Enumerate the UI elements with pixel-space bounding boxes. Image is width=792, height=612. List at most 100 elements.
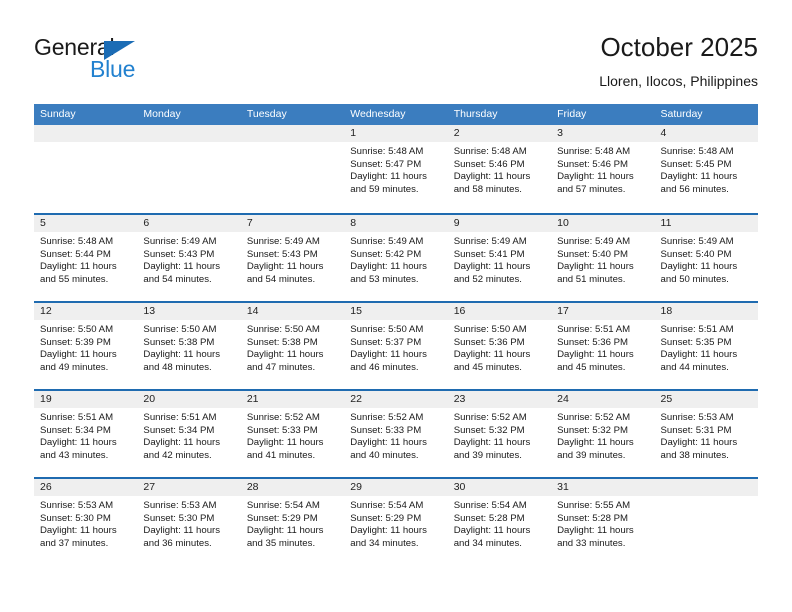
calendar-day-cell[interactable]: 29 Sunrise: 5:54 AM Sunset: 5:29 PM Dayligh… <box>344 479 448 565</box>
calendar-day-cell[interactable]: 30 Sunrise: 5:54 AM Sunset: 5:28 PM Dayligh… <box>447 479 552 565</box>
day-daylight-line: Daylight: 11 hours <box>350 525 427 537</box>
day-sunset-line: Sunset: 5:36 PM <box>557 336 629 348</box>
day-sunset-line: Sunset: 5:30 PM <box>143 512 215 524</box>
calendar-day-cell[interactable]: 14 Sunrise: 5:50 AM Sunset: 5:38 PM Dayligh… <box>240 303 345 389</box>
day-daylight-line: Daylight: 11 hours <box>453 261 531 273</box>
day-sun-info: Sunrise: 5:54 AM Sunset: 5:29 PM Daylight:… <box>344 496 447 550</box>
day-sunset-line: Sunset: 5:45 PM <box>660 158 732 170</box>
day-sun-info: Sunrise: 5:49 AM Sunset: 5:43 PM Daylight:… <box>241 232 344 286</box>
day-number <box>654 479 758 496</box>
calendar-day-cell[interactable]: 19 Sunrise: 5:51 AM Sunset: 5:34 PM Dayligh… <box>34 391 138 477</box>
day-daylight-line: Daylight: 11 hours <box>143 525 221 537</box>
day-sun-info: Sunrise: 5:48 AM Sunset: 5:46 PM Daylight:… <box>448 142 551 196</box>
calendar-day-cell[interactable]: 12 Sunrise: 5:50 AM Sunset: 5:39 PM Dayligh… <box>34 303 138 389</box>
day-sun-info: Sunrise: 5:51 AM Sunset: 5:35 PM Daylight:… <box>655 320 758 374</box>
calendar-day-cell[interactable]: 18 Sunrise: 5:51 AM Sunset: 5:35 PM Dayligh… <box>654 303 758 389</box>
day-sunset-line: Sunset: 5:36 PM <box>453 336 525 348</box>
calendar-day-cell[interactable]: 21 Sunrise: 5:52 AM Sunset: 5:33 PM Dayligh… <box>240 391 345 477</box>
calendar-day-cell[interactable]: 8 Sunrise: 5:49 AM Sunset: 5:42 PM Daylight… <box>344 215 448 301</box>
day-sun-info: Sunrise: 5:52 AM Sunset: 5:33 PM Daylight:… <box>344 408 447 462</box>
day-sun-info: Sunrise: 5:49 AM Sunset: 5:40 PM Daylight:… <box>655 232 758 286</box>
day-number: 15 <box>344 303 448 320</box>
calendar-day-cell[interactable]: 17 Sunrise: 5:51 AM Sunset: 5:36 PM Dayligh… <box>551 303 655 389</box>
day-number: 26 <box>34 479 138 496</box>
day-sunrise-line: Sunrise: 5:49 AM <box>350 236 424 247</box>
day-sunset-line: Sunset: 5:34 PM <box>143 424 215 436</box>
day-sunrise-line: Sunrise: 5:49 AM <box>453 236 527 247</box>
weekday-header-thursday: Thursday <box>453 108 498 120</box>
calendar-day-cell[interactable]: 22 Sunrise: 5:52 AM Sunset: 5:33 PM Dayligh… <box>344 391 448 477</box>
day-sunset-line: Sunset: 5:28 PM <box>453 512 525 524</box>
day-sunset-line: Sunset: 5:44 PM <box>40 248 111 260</box>
calendar-day-cell[interactable]: 28 Sunrise: 5:54 AM Sunset: 5:29 PM Dayligh… <box>240 479 345 565</box>
day-sunset-line: Sunset: 5:32 PM <box>557 424 629 436</box>
day-daylight-line: Daylight: 11 hours <box>350 437 427 449</box>
calendar-day-cell[interactable]: 1 Sunrise: 5:48 AM Sunset: 5:47 PM Daylight… <box>344 125 448 213</box>
calendar-day-cell[interactable]: 5 Sunrise: 5:48 AM Sunset: 5:44 PM Daylight… <box>34 215 138 301</box>
day-daylight-line: Daylight: 11 hours <box>660 171 738 183</box>
calendar-day-cell[interactable]: 27 Sunrise: 5:53 AM Sunset: 5:30 PM Dayligh… <box>137 479 241 565</box>
calendar-day-cell[interactable]: 31 Sunrise: 5:55 AM Sunset: 5:28 PM Dayligh… <box>551 479 655 565</box>
day-number: 30 <box>447 479 552 496</box>
day-sunrise-line: Sunrise: 5:48 AM <box>660 146 734 157</box>
day-daylight-line: Daylight: 11 hours <box>660 437 738 449</box>
calendar-day-cell[interactable]: 9 Sunrise: 5:49 AM Sunset: 5:41 PM Daylight… <box>447 215 552 301</box>
calendar-day-cell[interactable]: 11 Sunrise: 5:49 AM Sunset: 5:40 PM Dayligh… <box>654 215 758 301</box>
day-sun-info: Sunrise: 5:50 AM Sunset: 5:37 PM Daylight:… <box>344 320 447 374</box>
calendar-day-cell[interactable]: 15 Sunrise: 5:50 AM Sunset: 5:37 PM Dayligh… <box>344 303 448 389</box>
day-sunrise-line: Sunrise: 5:48 AM <box>40 236 114 247</box>
calendar-day-cell-empty <box>654 479 758 565</box>
calendar-day-cell[interactable]: 20 Sunrise: 5:51 AM Sunset: 5:34 PM Dayligh… <box>137 391 241 477</box>
day-daylight-line: Daylight: 11 hours <box>557 171 634 183</box>
day-number: 9 <box>447 215 552 232</box>
day-daylight-line: and 42 minutes. <box>143 449 212 461</box>
day-daylight-line: Daylight: 11 hours <box>453 349 531 361</box>
day-daylight-line: Daylight: 11 hours <box>40 525 117 537</box>
calendar-day-cell[interactable]: 10 Sunrise: 5:49 AM Sunset: 5:40 PM Dayligh… <box>551 215 655 301</box>
calendar-day-cell[interactable]: 13 Sunrise: 5:50 AM Sunset: 5:38 PM Dayligh… <box>137 303 241 389</box>
day-daylight-line: and 46 minutes. <box>350 361 419 373</box>
day-daylight-line: and 45 minutes. <box>453 361 522 373</box>
day-sunrise-line: Sunrise: 5:49 AM <box>557 236 631 247</box>
calendar-day-cell[interactable]: 6 Sunrise: 5:49 AM Sunset: 5:43 PM Daylight… <box>137 215 241 301</box>
calendar-day-cell[interactable]: 2 Sunrise: 5:48 AM Sunset: 5:46 PM Daylight… <box>447 125 552 213</box>
day-daylight-line: and 43 minutes. <box>40 449 109 461</box>
page-header: General Blue October 2025 Lloren, Ilocos… <box>34 30 758 100</box>
calendar-day-cell[interactable]: 7 Sunrise: 5:49 AM Sunset: 5:43 PM Daylight… <box>240 215 345 301</box>
day-sunset-line: Sunset: 5:47 PM <box>350 158 422 170</box>
day-sun-info: Sunrise: 5:48 AM Sunset: 5:45 PM Daylight:… <box>655 142 758 196</box>
day-sunrise-line: Sunrise: 5:54 AM <box>453 500 527 511</box>
day-sun-info: Sunrise: 5:52 AM Sunset: 5:33 PM Daylight:… <box>241 408 344 462</box>
day-sunset-line: Sunset: 5:46 PM <box>453 158 525 170</box>
calendar-day-cell[interactable]: 26 Sunrise: 5:53 AM Sunset: 5:30 PM Dayligh… <box>34 479 138 565</box>
day-sunrise-line: Sunrise: 5:49 AM <box>143 236 217 247</box>
day-daylight-line: Daylight: 11 hours <box>557 261 634 273</box>
day-sun-info: Sunrise: 5:53 AM Sunset: 5:30 PM Daylight:… <box>137 496 240 550</box>
day-sunset-line: Sunset: 5:29 PM <box>350 512 422 524</box>
day-number: 4 <box>654 125 758 142</box>
day-sunrise-line: Sunrise: 5:50 AM <box>350 324 424 335</box>
day-daylight-line: and 52 minutes. <box>453 273 522 285</box>
day-sunset-line: Sunset: 5:34 PM <box>40 424 111 436</box>
day-number: 19 <box>34 391 138 408</box>
calendar-day-cell[interactable]: 16 Sunrise: 5:50 AM Sunset: 5:36 PM Dayligh… <box>447 303 552 389</box>
day-daylight-line: Daylight: 11 hours <box>557 525 634 537</box>
day-sunrise-line: Sunrise: 5:49 AM <box>246 236 320 247</box>
day-daylight-line: and 51 minutes. <box>557 273 626 285</box>
weekday-header-sunday: Sunday <box>40 108 76 120</box>
day-sunrise-line: Sunrise: 5:51 AM <box>660 324 734 335</box>
calendar-weeks: 1 Sunrise: 5:48 AM Sunset: 5:47 PM Daylight… <box>34 125 758 565</box>
day-daylight-line: Daylight: 11 hours <box>557 437 634 449</box>
calendar-day-cell[interactable]: 4 Sunrise: 5:48 AM Sunset: 5:45 PM Daylight… <box>654 125 758 213</box>
day-sun-info: Sunrise: 5:53 AM Sunset: 5:31 PM Daylight:… <box>655 408 758 462</box>
day-sunrise-line: Sunrise: 5:51 AM <box>557 324 631 335</box>
calendar-day-cell[interactable]: 3 Sunrise: 5:48 AM Sunset: 5:46 PM Daylight… <box>551 125 655 213</box>
calendar-day-cell[interactable]: 23 Sunrise: 5:52 AM Sunset: 5:32 PM Dayligh… <box>447 391 552 477</box>
day-sunrise-line: Sunrise: 5:53 AM <box>40 500 114 511</box>
calendar-day-cell[interactable]: 25 Sunrise: 5:53 AM Sunset: 5:31 PM Dayligh… <box>654 391 758 477</box>
calendar-day-cell-empty <box>137 125 241 213</box>
general-blue-logo[interactable]: General Blue <box>34 34 264 94</box>
day-number: 24 <box>551 391 655 408</box>
day-number: 29 <box>344 479 448 496</box>
calendar-day-cell[interactable]: 24 Sunrise: 5:52 AM Sunset: 5:32 PM Dayligh… <box>551 391 655 477</box>
